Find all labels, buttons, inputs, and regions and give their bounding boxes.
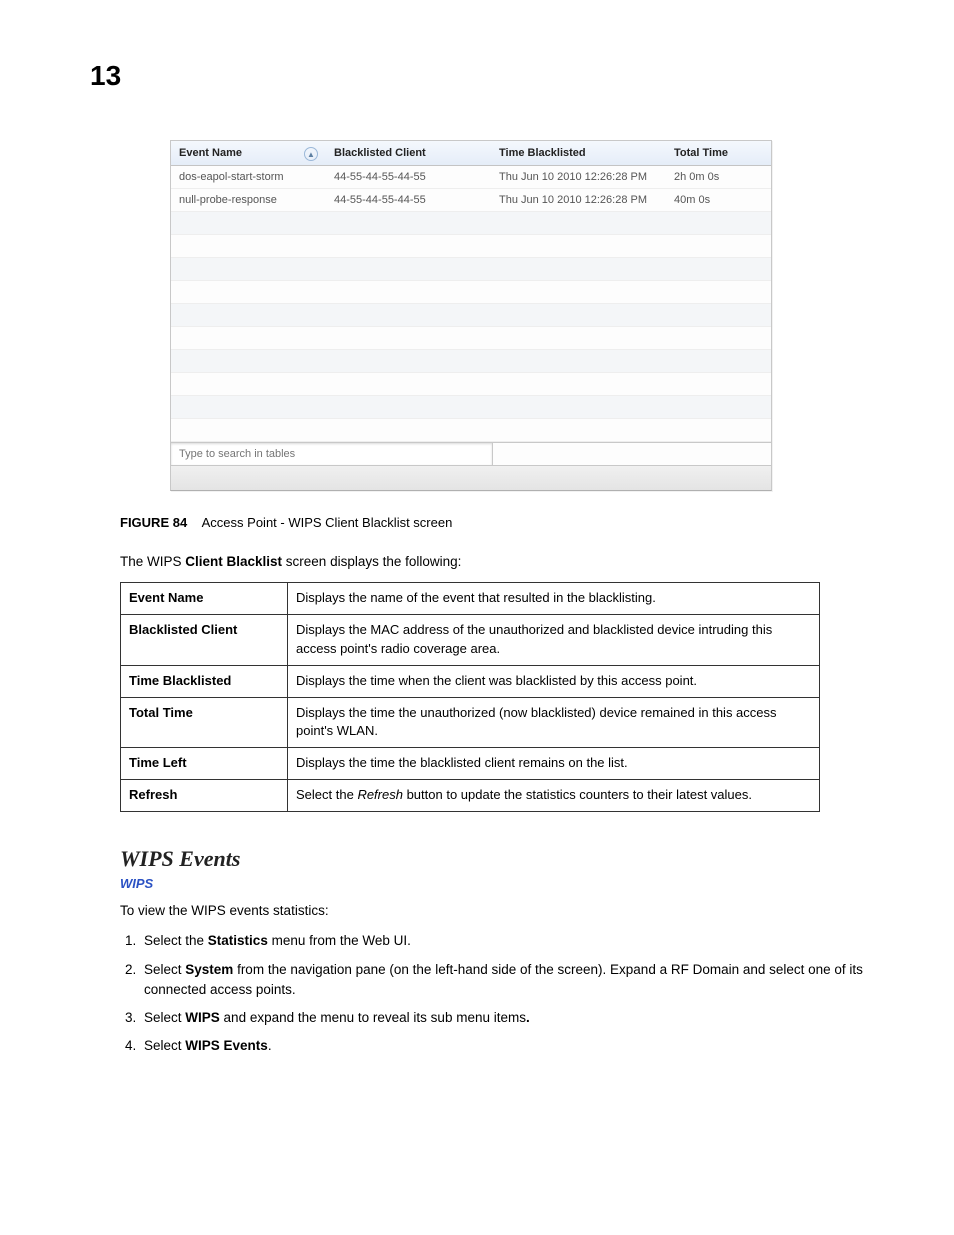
section-heading: WIPS Events [120, 846, 874, 872]
section-intro: To view the WIPS events statistics: [120, 901, 874, 921]
table-row: Blacklisted Client Displays the MAC addr… [121, 615, 820, 666]
cell-total: 40m 0s [666, 189, 771, 212]
table-row: Event Name Displays the name of the even… [121, 583, 820, 615]
table-row: Time Left Displays the time the blacklis… [121, 748, 820, 780]
intro-text: The WIPS Client Blacklist screen display… [120, 552, 874, 572]
steps-list: Select the Statistics menu from the Web … [120, 931, 874, 1056]
col-header-total[interactable]: Total Time [666, 141, 771, 166]
def-desc: Displays the time when the client was bl… [288, 665, 820, 697]
col-header-label: Event Name [179, 147, 242, 159]
def-desc: Displays the MAC address of the unauthor… [288, 615, 820, 666]
col-header-client[interactable]: Blacklisted Client [326, 141, 491, 166]
page-number: 13 [90, 60, 121, 92]
def-desc: Displays the time the blacklisted client… [288, 748, 820, 780]
grid-footer [171, 465, 771, 490]
def-desc: Select the Refresh button to update the … [288, 780, 820, 812]
search-input[interactable] [171, 443, 493, 465]
step-item: Select the Statistics menu from the Web … [140, 931, 874, 951]
def-term: Refresh [121, 780, 288, 812]
screenshot-panel: Event Name ▲ Blacklisted Client Time Bla… [170, 140, 772, 491]
table-row: Refresh Select the Refresh button to upd… [121, 780, 820, 812]
cell-client: 44-55-44-55-44-55 [326, 189, 491, 212]
table-row: Total Time Displays the time the unautho… [121, 697, 820, 748]
def-desc: Displays the name of the event that resu… [288, 583, 820, 615]
step-item: Select WIPS and expand the menu to revea… [140, 1008, 874, 1028]
figure-title: Access Point - WIPS Client Blacklist scr… [202, 515, 453, 530]
def-term: Event Name [121, 583, 288, 615]
def-term: Total Time [121, 697, 288, 748]
col-header-time[interactable]: Time Blacklisted [491, 141, 666, 166]
def-term: Time Left [121, 748, 288, 780]
figure-caption: FIGURE 84 Access Point - WIPS Client Bla… [120, 515, 874, 530]
cell-event: dos-eapol-start-storm [171, 166, 326, 189]
cell-time: Thu Jun 10 2010 12:26:28 PM [491, 189, 666, 212]
step-item: Select System from the navigation pane (… [140, 960, 874, 1001]
search-bar [171, 442, 771, 465]
wips-link[interactable]: WIPS [120, 876, 874, 891]
table-row: Time Blacklisted Displays the time when … [121, 665, 820, 697]
def-desc: Displays the time the unauthorized (now … [288, 697, 820, 748]
figure-label: FIGURE 84 [120, 515, 187, 530]
def-term: Blacklisted Client [121, 615, 288, 666]
cell-time: Thu Jun 10 2010 12:26:28 PM [491, 166, 666, 189]
step-item: Select WIPS Events. [140, 1036, 874, 1056]
cell-event: null-probe-response [171, 189, 326, 212]
cell-client: 44-55-44-55-44-55 [326, 166, 491, 189]
definition-table: Event Name Displays the name of the even… [120, 582, 820, 812]
data-grid: Event Name ▲ Blacklisted Client Time Bla… [171, 141, 771, 442]
sort-icon[interactable]: ▲ [304, 147, 318, 161]
cell-total: 2h 0m 0s [666, 166, 771, 189]
col-header-event[interactable]: Event Name ▲ [171, 141, 326, 166]
def-term: Time Blacklisted [121, 665, 288, 697]
